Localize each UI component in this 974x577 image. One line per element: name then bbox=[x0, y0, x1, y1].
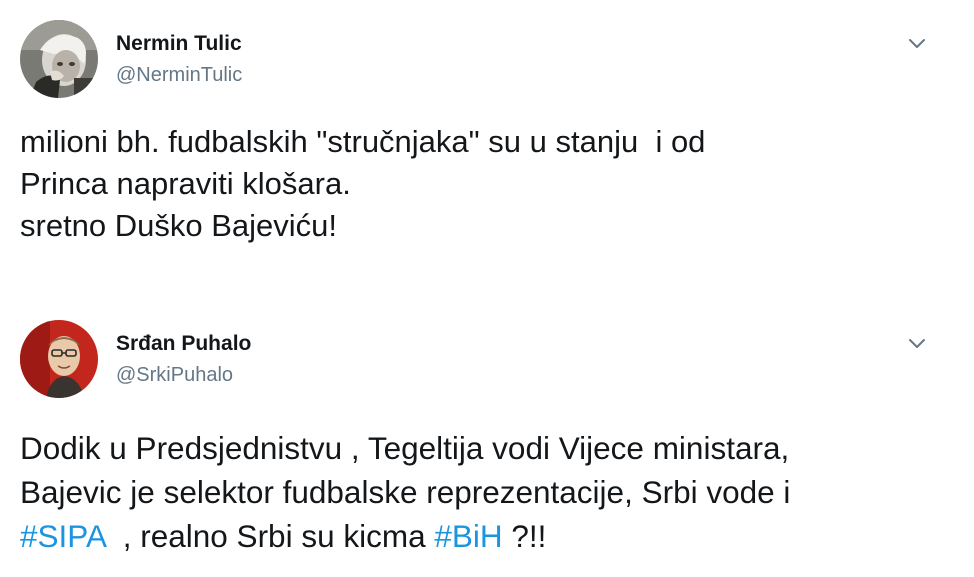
tweet-text-line: milioni bh. fudbalskih "stručnjaka" su u… bbox=[20, 124, 706, 159]
display-name[interactable]: Srđan Puhalo bbox=[116, 332, 251, 356]
tweet-screenshot: Nermin Tulic @NerminTulic milioni bh. fu… bbox=[0, 0, 974, 577]
tweet-text-line: Princa napraviti klošara. bbox=[20, 166, 351, 201]
tweet-text-segment: , realno Srbi su kicma bbox=[105, 518, 435, 554]
tweet-text-line: Dodik u Predsjednistvu , Tegeltija vodi … bbox=[20, 430, 790, 466]
avatar[interactable] bbox=[20, 320, 98, 398]
user-handle[interactable]: @SrkiPuhalo bbox=[116, 364, 233, 387]
display-name[interactable]: Nermin Tulic bbox=[116, 32, 242, 56]
tweet-text-line: sretno Duško Bajeviću! bbox=[20, 208, 338, 243]
avatar[interactable] bbox=[20, 20, 98, 98]
tweet-header: Nermin Tulic @NerminTulic bbox=[20, 20, 954, 100]
tweet-srdjan-puhalo: Srđan Puhalo @SrkiPuhalo Dodik u Predsje… bbox=[0, 300, 974, 577]
tweet-header: Srđan Puhalo @SrkiPuhalo bbox=[20, 320, 954, 400]
user-handle[interactable]: @NerminTulic bbox=[116, 64, 242, 87]
chevron-down-icon[interactable] bbox=[906, 332, 928, 354]
tweet-text-line: #SIPA , realno Srbi su kicma #BiH ?!! bbox=[20, 514, 954, 558]
tweet-text-segment: ?!! bbox=[502, 518, 547, 554]
tweet-text-line: Bajevic je selektor fudbalske reprezenta… bbox=[20, 474, 791, 510]
hashtag-link[interactable]: #SIPA bbox=[20, 518, 105, 554]
tweet-text: milioni bh. fudbalskih "stručnjaka" su u… bbox=[20, 121, 954, 247]
tweet-nermin-tulic: Nermin Tulic @NerminTulic milioni bh. fu… bbox=[0, 0, 974, 300]
chevron-down-icon[interactable] bbox=[906, 32, 928, 54]
tweet-text: Dodik u Predsjednistvu , Tegeltija vodi … bbox=[20, 426, 954, 558]
hashtag-link[interactable]: #BiH bbox=[434, 518, 502, 554]
